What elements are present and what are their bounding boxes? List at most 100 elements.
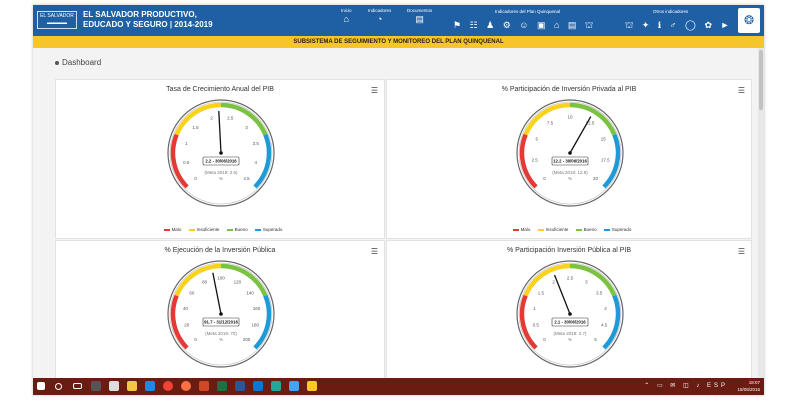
paint-icon[interactable]	[271, 381, 281, 391]
gauge-tick-label: 10	[567, 115, 573, 120]
gauge-tick-label: 0.5	[183, 160, 190, 165]
excel-icon[interactable]	[217, 381, 227, 391]
menu-icon[interactable]: ☰	[738, 247, 745, 256]
clock-time: 18:07	[748, 380, 760, 385]
top-navigation-bar: EL SALVADOR ▬▬▬▬ EL SALVADOR PRODUCTIVO, …	[33, 5, 764, 36]
legend-malo[interactable]: Malo	[172, 227, 182, 232]
gauge-tick-label: 120	[234, 279, 242, 284]
gauge-pivot	[568, 312, 572, 316]
breadcrumb-label[interactable]: Dashboard	[62, 58, 101, 67]
site-title-line1: EL SALVADOR PRODUCTIVO,	[83, 10, 197, 19]
gauge-tick-label: 2.5	[567, 276, 574, 281]
breadcrumb: Dashboard	[55, 58, 101, 67]
gauge-tick-label: 4.5	[601, 323, 608, 328]
legend-malo[interactable]: Malo	[521, 227, 531, 232]
gauge-title: % Participación de Inversión Privada al …	[501, 86, 637, 93]
gauge-tick-label: 3.5	[253, 141, 260, 146]
gauge-tick-label: 100	[217, 276, 225, 281]
start-icon[interactable]	[37, 382, 45, 390]
gauge-chart: 00.511.522.533.544.552.1 - 30/06/2016(Me…	[516, 260, 624, 368]
legend-bueno[interactable]: Bueno	[235, 227, 248, 232]
gauge-panel-4: % Participación Inversión Pública al PIB…	[386, 240, 752, 380]
gauge-tick-label: 4.5	[243, 176, 250, 181]
el-salvador-logo[interactable]: EL SALVADOR ▬▬▬▬	[37, 11, 77, 29]
clock[interactable]: 18:07 18/08/2016	[737, 379, 760, 393]
otros-indicadores-icons[interactable]: ⛫ ✦ ℹ ♂ ◯ ✿ ►	[625, 20, 732, 32]
menu-icon[interactable]: ☰	[371, 247, 378, 256]
nav-inicio[interactable]: Inicio ⌂	[341, 8, 352, 25]
menu-icon[interactable]: ☰	[738, 86, 745, 95]
edge-icon[interactable]	[145, 381, 155, 391]
gauge-tick-label: 80	[202, 279, 208, 284]
store-icon[interactable]	[109, 381, 119, 391]
logo-text: EL SALVADOR	[40, 13, 74, 19]
gauge-pivot	[568, 151, 572, 155]
gauge-icon: ◔	[376, 14, 383, 24]
legend-superado[interactable]: Superado	[263, 227, 283, 232]
gauge-tick-label: 2.5	[532, 158, 539, 163]
legend-bueno[interactable]: Bueno	[584, 227, 597, 232]
browser-screen: EL SALVADOR ▬▬▬▬ EL SALVADOR PRODUCTIVO, …	[33, 5, 764, 395]
gauge-unit-label: %	[568, 176, 572, 181]
windows-taskbar: ⌃ ▭ ✉ ◫ ♪ ESP 18:07 18/08/2016	[33, 378, 764, 395]
coat-of-arms-icon[interactable]: ❂	[738, 8, 760, 33]
gauge-chart: 00.511.52 2.533.544.52.2 - 30/06/2016(Met…	[167, 99, 275, 207]
word-icon[interactable]	[235, 381, 245, 391]
gauge-tick-label: 2.5	[227, 116, 234, 121]
gauge-tick-label: 20	[593, 176, 599, 181]
home-icon: ⌂	[343, 14, 349, 24]
firefox-icon[interactable]	[181, 381, 191, 391]
dashboard-icon	[55, 60, 59, 65]
gauge-title: % Participación Inversión Pública al PIB	[506, 247, 632, 254]
legend-insuficiente[interactable]: Insuficiente	[546, 227, 569, 232]
search-icon[interactable]	[55, 383, 62, 390]
gauge-unit-label: %	[568, 337, 572, 342]
gauge-tick-label: 60	[189, 290, 195, 295]
gauge-meta-label: (Meta 2019: 2.7)	[553, 331, 587, 336]
gauge-chart: 02.557.51012.51517.52012.2 - 30/06/2016(…	[516, 99, 624, 207]
legend-insuficiente[interactable]: Insuficiente	[197, 227, 220, 232]
gauge-pivot	[219, 151, 223, 155]
gauge-value-label: 2.2 - 30/06/2016	[205, 159, 237, 164]
gauge-tick-label: 17.5	[601, 158, 610, 163]
gauge-unit-label: %	[219, 176, 223, 181]
system-tray-icons[interactable]: ⌃ ▭ ✉ ◫ ♪ ESP	[644, 382, 728, 389]
nav-indicadores[interactable]: Indicadores ◔	[368, 8, 391, 25]
powerpoint-icon[interactable]	[199, 381, 209, 391]
photos-icon[interactable]	[253, 381, 263, 391]
gauge-value-label: 91.7 - 31/12/2016	[204, 320, 238, 325]
subsystem-banner: SUBSISTEMA DE SEGUIMIENTO Y MONITOREO DE…	[33, 36, 764, 48]
nav-documentos[interactable]: Documentos ▤	[407, 8, 432, 25]
mail-icon[interactable]	[289, 381, 299, 391]
legend-swatch-malo	[512, 228, 519, 231]
document-icon: ▤	[415, 14, 424, 24]
plan-quinquenal-label: Indicadores del Plan Quinquenal	[495, 9, 561, 14]
gauge-value-label: 12.2 - 30/06/2016	[553, 159, 587, 164]
folder-icon[interactable]	[307, 381, 317, 391]
gauge-chart: 02040608010012014016018020091.7 - 31/12/…	[167, 260, 275, 368]
gauge-tick-label: 15	[601, 137, 607, 142]
gauge-meta-label: (Meta 2019: 12.8)	[552, 170, 588, 175]
legend-swatch-bueno	[575, 228, 582, 231]
gauge-tick-label: 180	[251, 323, 259, 328]
gauge-legend: Malo Insuficiente Bueno Superado	[56, 227, 384, 232]
site-title[interactable]: EL SALVADOR PRODUCTIVO, EDUCADO Y SEGURO…	[83, 10, 213, 30]
menu-icon[interactable]: ☰	[371, 86, 378, 95]
gauge-value-label: 2.1 - 30/06/2016	[554, 320, 586, 325]
chrome-icon[interactable]	[163, 381, 173, 391]
file-explorer-icon[interactable]	[127, 381, 137, 391]
gauge-meta-label: (Meta 2019: 2.5)	[204, 170, 238, 175]
gauge-tick-label: 0.5	[533, 323, 540, 328]
scrollbar-thumb[interactable]	[759, 50, 763, 110]
calculator-icon[interactable]	[91, 381, 101, 391]
plan-quinquenal-icons[interactable]: ⚑ ☷ ♟ ⚙ ☺ ▣ ⌂ ▤ ⛫	[453, 20, 596, 32]
page-scrollbar[interactable]	[758, 48, 764, 383]
gauge-tick-label: 200	[243, 337, 251, 342]
gauge-meta-label: (Meta 2019: 70)	[205, 331, 237, 336]
task-view-icon[interactable]	[73, 383, 82, 389]
gauge-tick-label: 160	[253, 306, 261, 311]
gauge-legend: Malo Insuficiente Bueno Superado	[387, 227, 751, 232]
otros-indicadores-label: Otros indicadores	[653, 9, 689, 14]
legend-swatch-superado	[254, 228, 261, 231]
legend-superado[interactable]: Superado	[612, 227, 632, 232]
